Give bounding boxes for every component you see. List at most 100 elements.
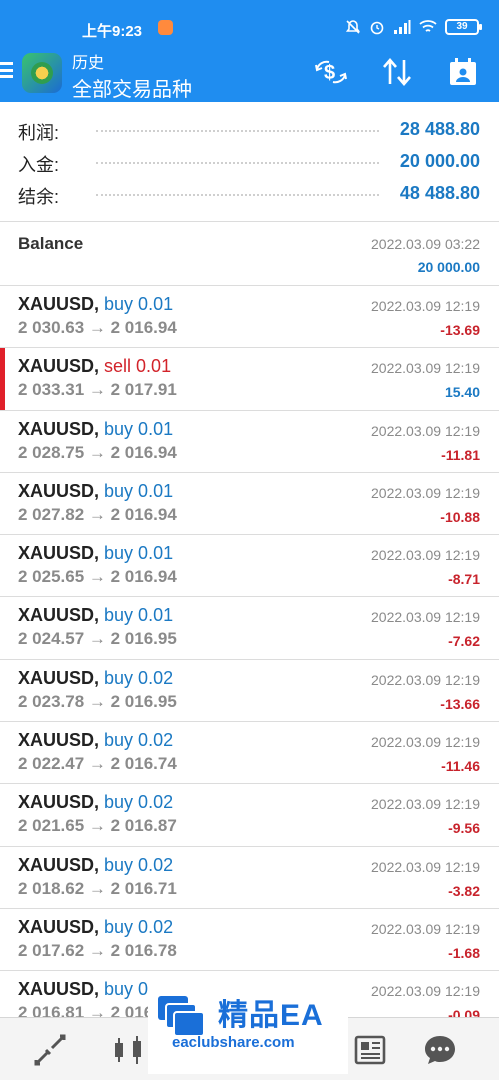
trade-row[interactable]: XAUUSD, buy 0.01 2 030.63 → 2 016.94 2022.… — [0, 286, 499, 349]
trade-profit: -13.66 — [440, 695, 480, 712]
trade-symbol: XAUUSD, — [18, 294, 100, 314]
watermark: 精品EA eaclubshare.com — [148, 978, 348, 1074]
profit-value: 28 488.80 — [399, 119, 480, 139]
chat-icon[interactable] — [420, 1030, 460, 1070]
balance-entry[interactable]: Balance 2022.03.09 03:22 20 000.00 — [0, 222, 499, 286]
balance-row: 结余: 48 488.80 — [0, 178, 499, 210]
profit-row: 利润: 28 488.80 — [0, 114, 499, 146]
app-header: 上午9:23 39 历史 全部交易品种 $ — [0, 0, 499, 102]
trade-date: 2022.03.09 12:19 — [371, 858, 480, 875]
watermark-logo-icon — [158, 996, 205, 1037]
trade-date: 2022.03.09 12:19 — [371, 920, 480, 937]
dotted-leader — [96, 130, 379, 132]
trade-row[interactable]: XAUUSD, buy 0.01 2 025.65 → 2 016.94 2022.… — [0, 535, 499, 598]
balance-entry-label: Balance — [18, 234, 84, 253]
trade-row[interactable]: XAUUSD, buy 0.02 2 023.78 → 2 016.95 2022.… — [0, 660, 499, 723]
signal-icon — [394, 20, 411, 34]
trade-prices: 2 023.78 → 2 016.95 — [18, 691, 177, 711]
trade-symbol: XAUUSD, — [18, 356, 100, 377]
trade-direction: buy 0.01 — [104, 418, 174, 439]
trade-row[interactable]: XAUUSD, sell 0.01 2 033.31 → 2 017.91 2022… — [0, 348, 499, 411]
trade-profit: -13.69 — [440, 322, 480, 338]
trade-direction: buy 0.02 — [104, 854, 174, 875]
wifi-icon — [419, 20, 437, 32]
trade-date: 2022.03.09 12:19 — [371, 547, 480, 564]
trade-title: XAUUSD, sell 0.01 — [18, 356, 171, 377]
trade-profit: -3.82 — [448, 882, 480, 899]
balance-entry-date: 2022.03.09 03:22 — [371, 236, 480, 252]
trade-date: 2022.03.09 12:19 — [371, 484, 480, 501]
watermark-url: eaclubshare.com — [172, 1034, 295, 1051]
trade-symbol: XAUUSD, — [18, 480, 100, 501]
trade-title: XAUUSD, buy 0.02 — [18, 917, 173, 938]
trade-symbol: XAUUSD, — [18, 854, 100, 875]
trade-direction: buy 0.01 — [104, 605, 174, 626]
calendar-icon[interactable] — [445, 56, 481, 88]
trade-icon[interactable] — [30, 1030, 70, 1070]
trade-symbol: XAUUSD, — [18, 730, 100, 751]
trade-date: 2022.03.09 12:19 — [371, 734, 480, 751]
deposit-row: 入金: 20 000.00 — [0, 146, 499, 178]
deposit-label: 入金: — [18, 155, 60, 175]
trade-date: 2022.03.09 12:19 — [371, 671, 480, 688]
status-bar: 上午9:23 39 — [0, 0, 499, 40]
page-title[interactable]: 全部交易品种 — [72, 73, 192, 102]
trade-symbol: XAUUSD, — [18, 979, 100, 1000]
sort-icon[interactable] — [379, 56, 415, 88]
trade-title: XAUUSD, buy 0.01 — [18, 543, 173, 564]
trade-date: 2022.03.09 12:19 — [371, 796, 480, 813]
page-subtitle: 历史 — [72, 55, 105, 72]
notification-app-icon — [158, 20, 173, 35]
trade-prices: 2 021.65 → 2 016.87 — [18, 816, 177, 836]
trade-symbol: XAUUSD, — [18, 916, 100, 937]
trade-prices: 2 022.47 → 2 016.74 — [18, 754, 177, 774]
trade-prices: 2 017.62 → 2 016.78 — [18, 940, 177, 960]
trade-row[interactable]: XAUUSD, buy 0.02 2 022.47 → 2 016.74 2022.… — [0, 722, 499, 785]
trade-row[interactable]: XAUUSD, buy 0.01 2 027.82 → 2 016.94 2022.… — [0, 473, 499, 536]
trade-row[interactable]: XAUUSD, buy 0.02 2 021.65 → 2 016.87 2022.… — [0, 784, 499, 847]
trade-row[interactable]: XAUUSD, buy 0.02 2 017.62 → 2 016.78 2022.… — [0, 909, 499, 972]
dotted-leader — [96, 162, 379, 164]
trade-prices: 2 030.63 → 2 016.94 — [18, 318, 177, 337]
trade-profit: -9.56 — [448, 820, 480, 837]
trade-prices: 2 028.75 → 2 016.94 — [18, 442, 177, 462]
menu-icon[interactable] — [0, 62, 13, 78]
trade-row[interactable]: XAUUSD, buy 0.02 2 018.62 → 2 016.71 2022.… — [0, 847, 499, 909]
mute-icon — [345, 20, 361, 34]
chart-icon[interactable] — [108, 1030, 148, 1070]
trade-profit: -11.81 — [441, 446, 480, 463]
trade-direction: buy 0.02 — [104, 916, 174, 937]
trade-title: XAUUSD, buy 0.01 — [18, 605, 173, 626]
alarm-icon — [370, 21, 384, 35]
appbar-actions: $ — [313, 56, 481, 88]
trade-profit: -7.62 — [448, 633, 480, 650]
summary-panel: 利润: 28 488.80 入金: 20 000.00 结余: 48 488.8… — [0, 102, 499, 222]
trade-prices: 2 018.62 → 2 016.71 — [18, 878, 177, 898]
trade-symbol: XAUUSD, — [18, 543, 100, 564]
profit-label: 利润: — [18, 123, 60, 143]
metatrader-logo[interactable] — [22, 53, 62, 93]
trade-row[interactable]: XAUUSD, buy 0.01 2 024.57 → 2 016.95 2022.… — [0, 597, 499, 660]
trade-symbol: XAUUSD, — [18, 418, 100, 439]
trade-profit: -1.68 — [448, 944, 480, 961]
trade-profit: -8.71 — [448, 571, 480, 588]
app-bar: 历史 全部交易品种 $ — [0, 40, 499, 102]
currency-exchange-icon[interactable]: $ — [313, 56, 349, 88]
trade-symbol: XAUUSD, — [18, 792, 100, 813]
trade-direction: buy 0.02 — [104, 792, 174, 813]
trade-direction: buy 0.01 — [104, 294, 174, 314]
news-icon[interactable] — [350, 1030, 390, 1070]
trade-row[interactable]: XAUUSD, buy 0.01 2 028.75 → 2 016.94 2022.… — [0, 411, 499, 473]
status-icons: 39 — [345, 19, 482, 35]
trade-direction: sell 0.01 — [104, 356, 172, 377]
balance-entry-value: 20 000.00 — [417, 259, 480, 275]
battery-icon: 39 — [445, 19, 482, 35]
watermark-brand: 精品EA — [218, 999, 324, 1032]
trade-title: XAUUSD, buy 0.02 — [18, 730, 173, 751]
trade-list: XAUUSD, buy 0.01 2 030.63 → 2 016.94 2022.… — [0, 286, 499, 1034]
balance-label: 结余: — [18, 187, 60, 207]
trade-direction: buy 0.01 — [104, 543, 174, 564]
svg-text:$: $ — [324, 62, 335, 84]
trade-title: XAUUSD, buy 0.02 — [18, 668, 173, 689]
trade-prices: 2 027.82 → 2 016.94 — [18, 504, 177, 524]
